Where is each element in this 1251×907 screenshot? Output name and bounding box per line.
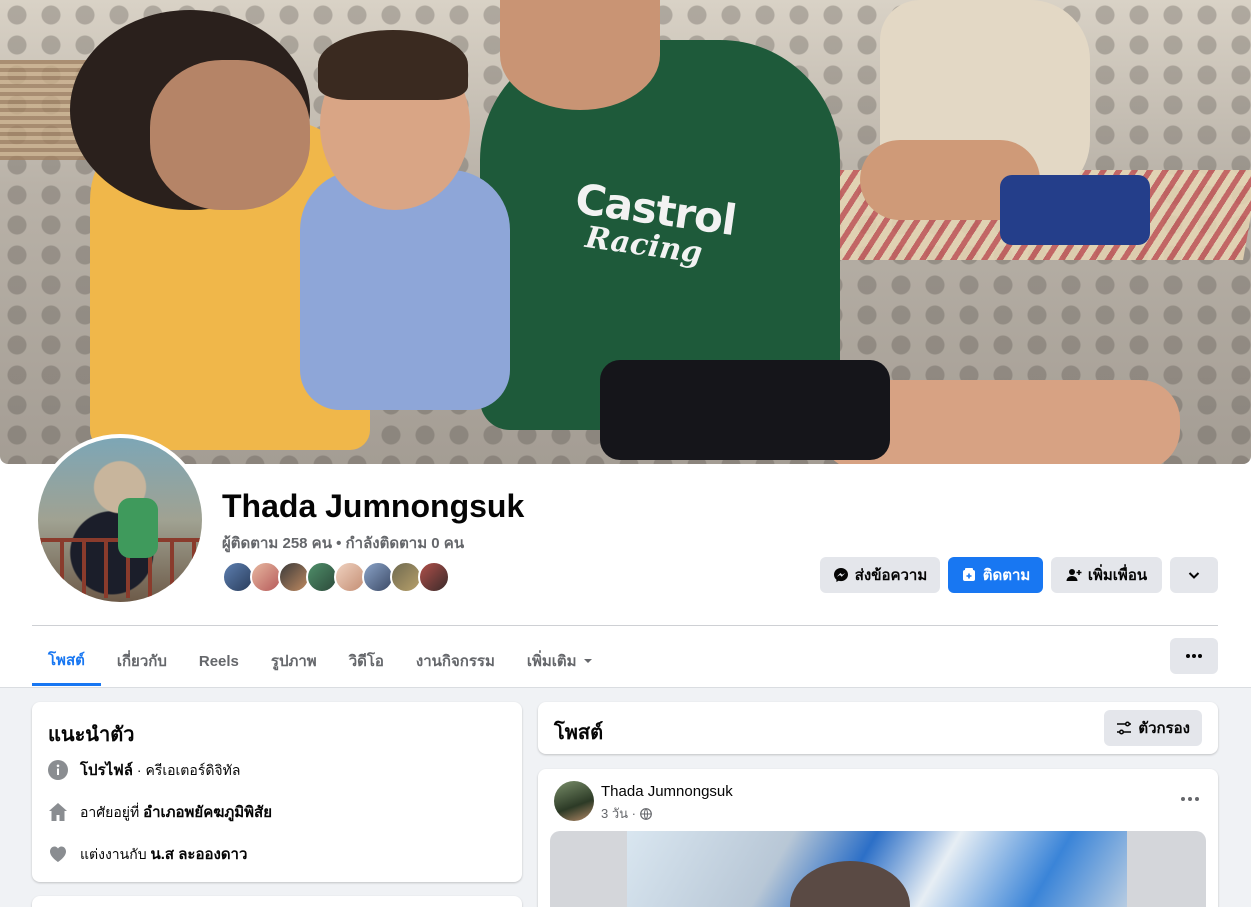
- heart-icon: [50, 846, 66, 862]
- post-author-avatar[interactable]: [554, 781, 594, 821]
- chevron-down-icon: [1188, 572, 1200, 579]
- posts-header-card: โพสต์ ตัวกรอง: [538, 702, 1218, 754]
- header-divider: [32, 625, 1218, 626]
- cover-woman-shorts: [600, 360, 890, 460]
- intro-lives-row: อาศัยอยู่ที่ อำเภอพยัคฆภูมิพิสัย: [48, 800, 272, 824]
- tab-label: วิดีโอ: [348, 653, 384, 670]
- add-friend-button-label: เพิ่มเพื่อน: [1087, 567, 1148, 584]
- follower-avatars[interactable]: [222, 561, 450, 593]
- cover-bag: [1000, 175, 1150, 245]
- follow-icon: [962, 568, 975, 581]
- add-friend-icon: [1066, 569, 1082, 581]
- caret-down-icon: [583, 659, 592, 663]
- intro-married-prefix: แต่งงานกับ: [80, 846, 151, 862]
- tab-events[interactable]: งานกิจกรรม: [400, 637, 511, 685]
- more-icon: [1186, 654, 1202, 658]
- post-card: Thada Jumnongsuk 3 วัน ·: [538, 769, 1218, 907]
- tab-label: เพิ่มเติม: [526, 653, 577, 670]
- cover-woman-face: [500, 0, 660, 110]
- tabs-more-options-button[interactable]: [1170, 638, 1218, 674]
- tab-photos[interactable]: รูปภาพ: [255, 637, 333, 685]
- globe-icon: [640, 807, 652, 820]
- intro-lives-value[interactable]: อำเภอพยัคฆภูมิพิสัย: [143, 804, 272, 821]
- messenger-icon: [833, 568, 848, 582]
- profile-name: Thada Jumnongsuk: [222, 488, 525, 524]
- intro-profile-label: โปรไฟล์: [80, 762, 133, 779]
- follow-button[interactable]: ติดตาม: [948, 557, 1043, 593]
- profile-picture: [38, 438, 202, 602]
- intro-married-row: แต่งงานกับ น.ส ละอองดาว: [48, 842, 247, 866]
- cover-photo[interactable]: Castrol Racing: [0, 0, 1251, 464]
- tab-posts[interactable]: โพสต์: [32, 637, 101, 686]
- info-icon: [48, 760, 68, 780]
- tab-label: รูปภาพ: [270, 653, 317, 670]
- cover-baby-hair: [318, 30, 468, 100]
- tab-reels[interactable]: Reels: [183, 637, 255, 685]
- intro-lives-prefix: อาศัยอยู่ที่: [80, 804, 144, 820]
- intro-profile-row: โปรไฟล์ · ครีเอเตอร์ดิจิทัล: [48, 758, 240, 782]
- filter-button[interactable]: ตัวกรอง: [1104, 710, 1202, 746]
- add-friend-button[interactable]: เพิ่มเพื่อน: [1051, 557, 1162, 593]
- filter-icon: [1117, 721, 1132, 735]
- follow-button-label: ติดตาม: [982, 567, 1031, 584]
- post-image[interactable]: [550, 831, 1206, 907]
- post-options-button[interactable]: [1178, 787, 1202, 811]
- intro-card: แนะนำตัว โปรไฟล์ · ครีเอเตอร์ดิจิทัล อาศ…: [32, 702, 522, 882]
- tab-label: โพสต์: [48, 652, 85, 669]
- profile-options-button[interactable]: [1170, 557, 1218, 593]
- more-icon: [1181, 797, 1199, 801]
- filter-button-label: ตัวกรอง: [1138, 720, 1190, 737]
- tab-about[interactable]: เกี่ยวกับ: [101, 637, 183, 685]
- profile-tabs: โพสต์ เกี่ยวกับ Reels รูปภาพ วิดีโอ งานก…: [32, 637, 609, 687]
- profile-avatar[interactable]: [34, 434, 206, 606]
- second-left-card: [32, 896, 522, 907]
- posts-title: โพสต์: [554, 722, 604, 744]
- home-icon: [49, 803, 67, 821]
- intro-title: แนะนำตัว: [48, 724, 135, 746]
- intro-profile-value: · ครีเอเตอร์ดิจิทัล: [133, 762, 241, 778]
- tab-label: Reels: [198, 652, 239, 670]
- tab-more[interactable]: เพิ่มเติม: [511, 637, 609, 685]
- post-meta: 3 วัน ·: [601, 803, 652, 824]
- tab-label: เกี่ยวกับ: [116, 653, 167, 670]
- message-button-label: ส่งข้อความ: [854, 567, 928, 584]
- tab-label: งานกิจกรรม: [415, 653, 495, 670]
- message-button[interactable]: ส่งข้อความ: [820, 557, 940, 593]
- post-time[interactable]: 3 วัน ·: [601, 803, 636, 824]
- cover-man-face: [150, 60, 310, 210]
- follower-avatar[interactable]: [418, 561, 450, 593]
- post-author-name[interactable]: Thada Jumnongsuk: [601, 783, 733, 800]
- avatar-child: [118, 498, 158, 558]
- intro-married-value[interactable]: น.ส ละอองดาว: [150, 846, 247, 863]
- tab-videos[interactable]: วิดีโอ: [333, 637, 400, 685]
- follower-count[interactable]: ผู้ติดตาม 258 คน • กำลังติดตาม 0 คน: [222, 531, 464, 555]
